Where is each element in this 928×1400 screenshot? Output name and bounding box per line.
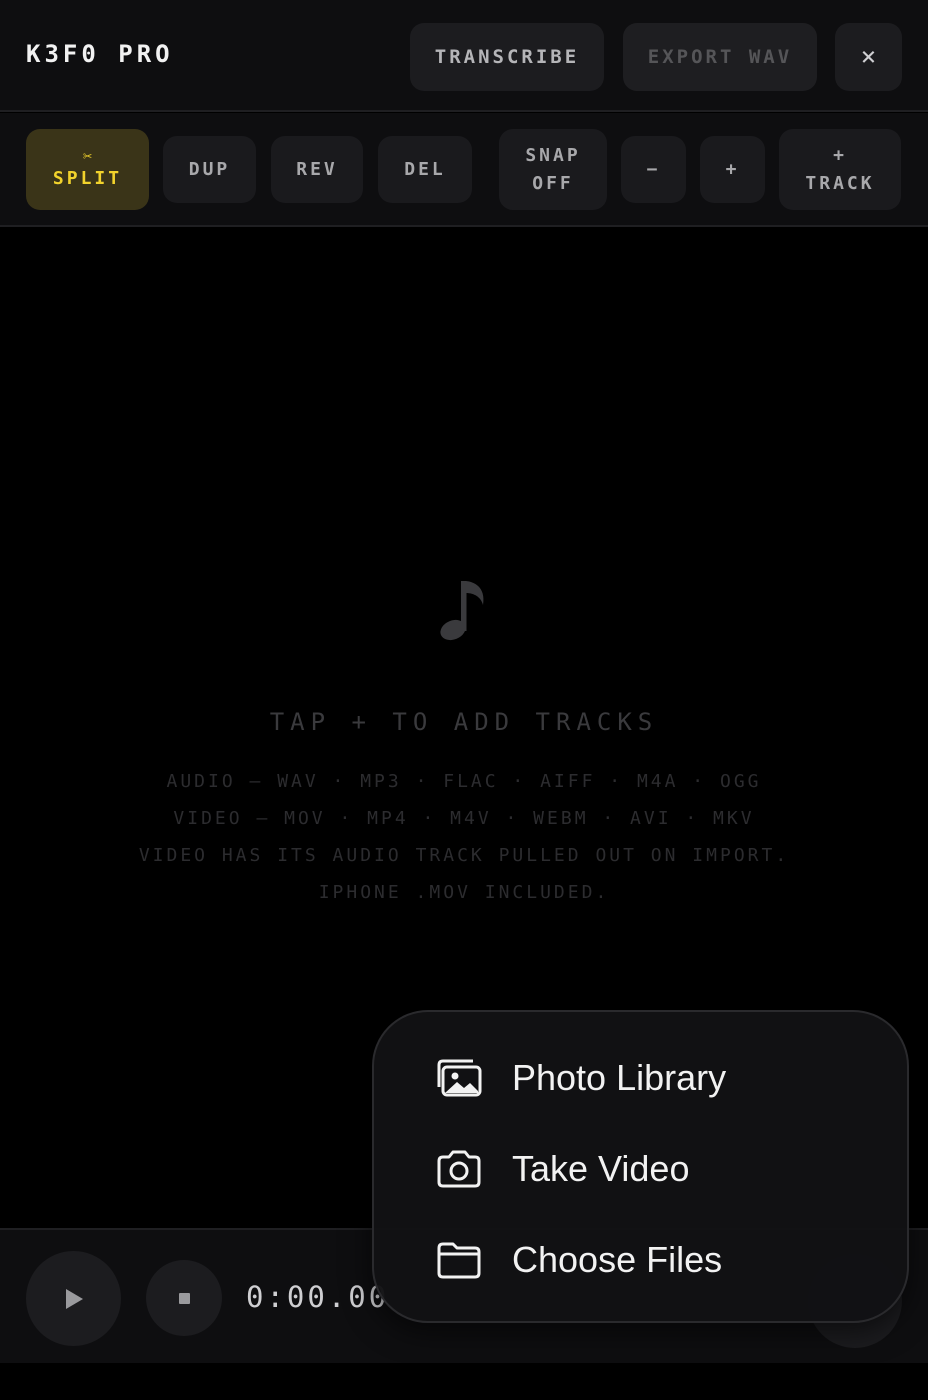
empty-state-title: TAP + TO ADD TRACKS <box>269 708 659 736</box>
iphone-note-text: IPHONE .MOV INCLUDED. <box>318 882 610 903</box>
edit-toolbar: ✂ SPLIT DUP REV DEL SNAP OFF − + + TRACK <box>0 113 928 227</box>
music-note-icon <box>440 581 484 641</box>
plus-icon: + <box>833 144 847 166</box>
snap-state: OFF <box>532 172 574 194</box>
menu-item-take-video[interactable]: Take Video <box>434 1139 689 1199</box>
import-note-text: VIDEO HAS ITS AUDIO TRACK PULLED OUT ON … <box>138 845 790 866</box>
add-track-label: TRACK <box>805 172 875 194</box>
photo-library-icon <box>434 1056 484 1100</box>
zoom-in-button[interactable]: + <box>700 136 765 203</box>
close-button[interactable]: × <box>835 23 902 91</box>
video-formats-text: VIDEO — MOV · MP4 · M4V · WEBM · AVI · M… <box>173 808 755 829</box>
top-header: K3F0 PRO TRANSCRIBE EXPORT WAV × <box>0 0 928 112</box>
duplicate-button[interactable]: DUP <box>163 136 256 203</box>
snap-toggle[interactable]: SNAP OFF <box>499 129 607 210</box>
split-label: SPLIT <box>52 167 123 189</box>
reverse-button[interactable]: REV <box>271 136 363 203</box>
menu-item-choose-files[interactable]: Choose Files <box>434 1230 722 1290</box>
stop-icon <box>178 1292 190 1304</box>
export-wav-button[interactable]: EXPORT WAV <box>623 23 817 91</box>
timecode-display: 0:00.00 <box>246 1280 390 1314</box>
zoom-out-button[interactable]: − <box>621 136 686 203</box>
import-source-menu: Photo Library Take Video Choose Files <box>372 1010 909 1323</box>
folder-icon <box>434 1238 484 1282</box>
play-icon <box>65 1288 83 1309</box>
play-button[interactable] <box>26 1251 121 1346</box>
menu-item-label: Photo Library <box>512 1057 727 1098</box>
audio-formats-text: AUDIO — WAV · MP3 · FLAC · AIFF · M4A · … <box>166 771 762 792</box>
split-button[interactable]: ✂ SPLIT <box>26 129 149 210</box>
stop-button[interactable] <box>146 1260 222 1336</box>
delete-button[interactable]: DEL <box>378 136 472 203</box>
camera-icon <box>434 1147 484 1191</box>
snap-label: SNAP <box>525 144 581 166</box>
bottom-safe-area <box>0 1363 928 1400</box>
menu-item-label: Take Video <box>512 1148 690 1189</box>
menu-item-label: Choose Files <box>512 1239 723 1280</box>
close-icon: × <box>860 42 877 72</box>
add-track-button[interactable]: + TRACK <box>779 129 901 210</box>
menu-item-photo-library[interactable]: Photo Library <box>434 1048 726 1108</box>
transcribe-button[interactable]: TRANSCRIBE <box>410 23 604 91</box>
scissors-icon: ✂ <box>82 146 93 165</box>
app-title: K3F0 PRO <box>26 40 174 68</box>
